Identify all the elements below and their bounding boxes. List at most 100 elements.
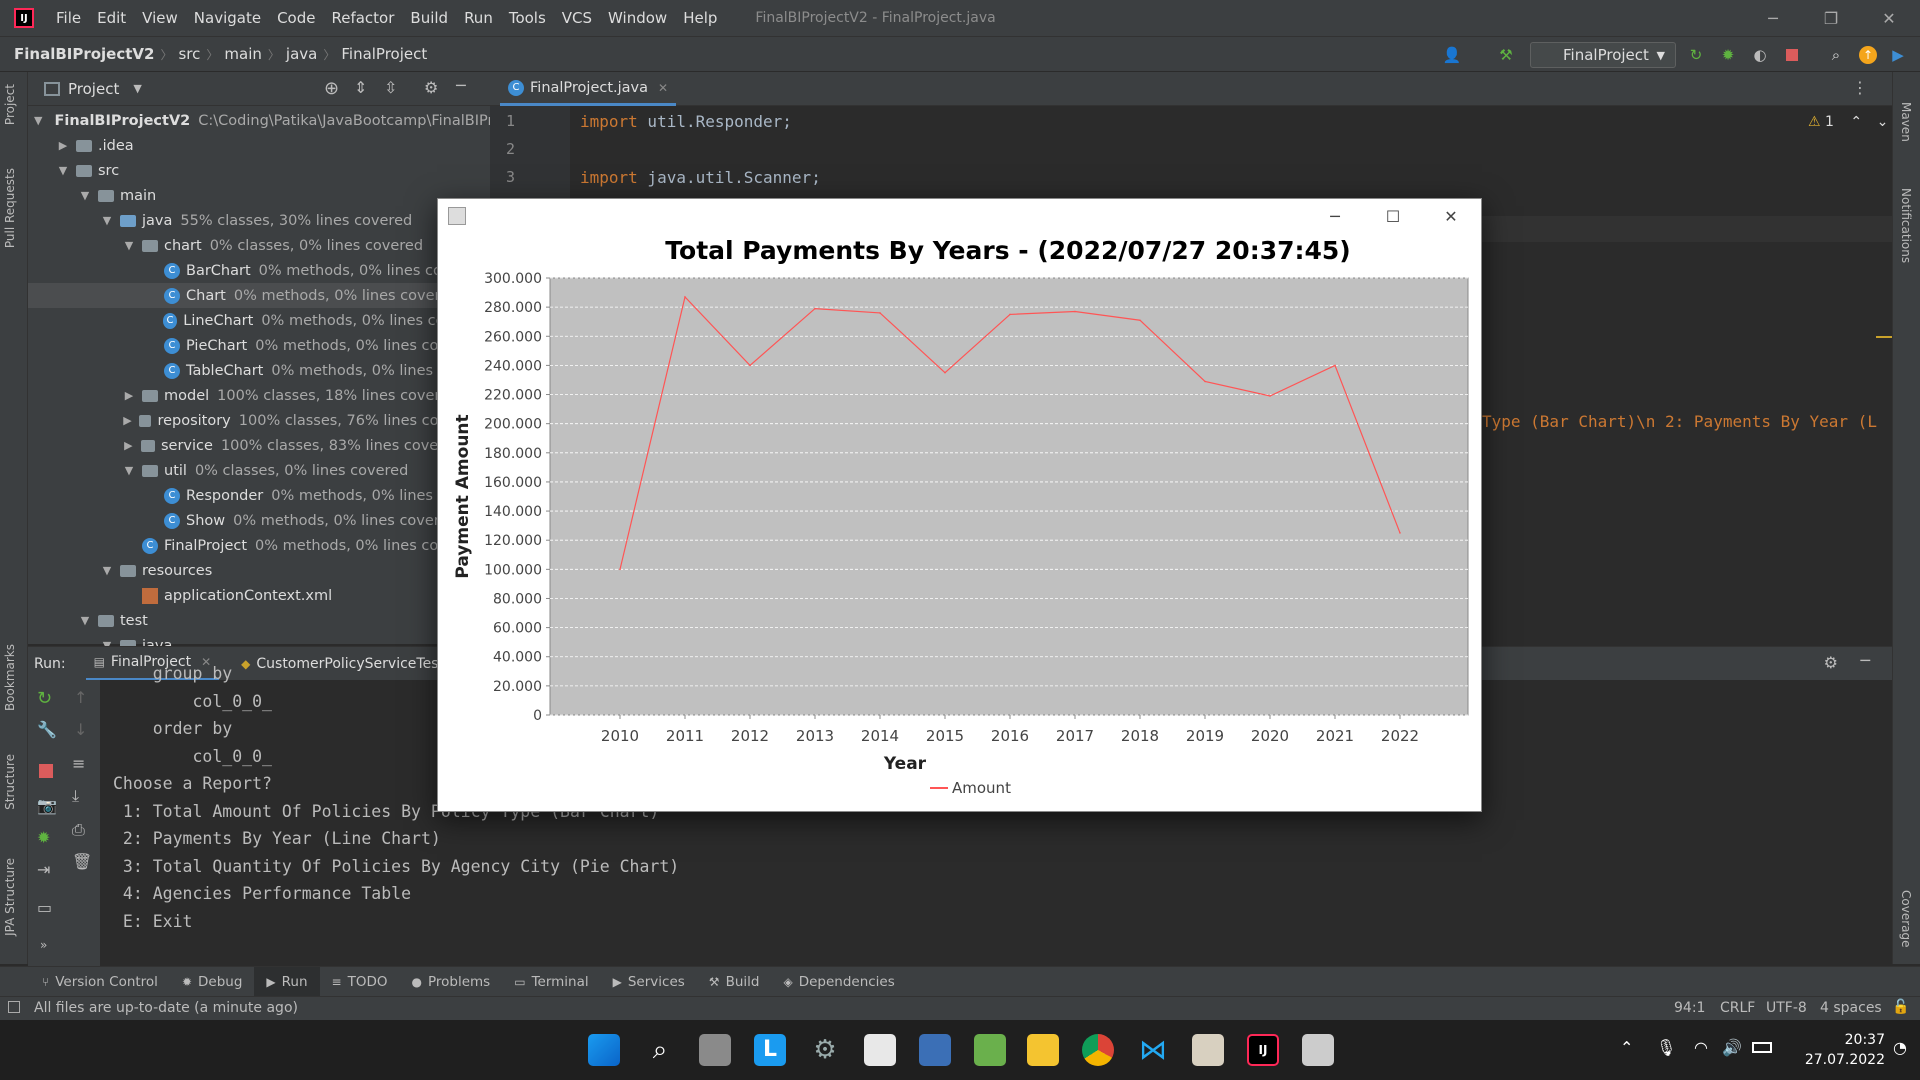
chevron-down-icon[interactable]: ▼ bbox=[100, 214, 114, 227]
chevron-up-icon[interactable]: ⌃ bbox=[1620, 1038, 1633, 1057]
tool-tab-notifications[interactable]: Notifications bbox=[1899, 188, 1913, 263]
breadcrumb-item[interactable]: main bbox=[218, 45, 267, 63]
tree-item[interactable]: ▼ test bbox=[28, 608, 462, 633]
close-icon[interactable]: ✕ bbox=[1422, 199, 1480, 233]
menu-help[interactable]: Help bbox=[675, 9, 725, 27]
volume-icon[interactable]: 🔊 bbox=[1722, 1038, 1742, 1057]
tree-item[interactable]: C FinalProject 0% methods, 0% lines cover bbox=[28, 533, 462, 558]
menu-edit[interactable]: Edit bbox=[89, 9, 134, 27]
tree-item[interactable]: ▶ repository 100% classes, 76% lines cover bbox=[28, 408, 462, 433]
camera-icon[interactable]: 📷 bbox=[37, 796, 57, 815]
arrow-up-icon[interactable]: ↑ bbox=[74, 688, 87, 707]
collapse-all-icon[interactable]: ⇳ bbox=[384, 78, 397, 97]
menu-file[interactable]: File bbox=[48, 9, 89, 27]
menu-vcs[interactable]: VCS bbox=[554, 9, 600, 27]
breadcrumb-item[interactable]: FinalBIProjectV2 bbox=[8, 45, 160, 63]
restore-icon[interactable]: ❐ bbox=[1808, 0, 1854, 36]
arrow-down-icon[interactable]: ↓ bbox=[74, 720, 87, 739]
maximize-icon[interactable]: ☐ bbox=[1364, 199, 1422, 233]
tool-tab-debug[interactable]: ✹ Debug bbox=[170, 967, 254, 997]
tree-item[interactable]: ▶ model 100% classes, 18% lines covered bbox=[28, 383, 462, 408]
chevron-down-icon[interactable]: ▼ bbox=[100, 564, 114, 577]
close-tab-icon[interactable]: ✕ bbox=[658, 81, 668, 95]
tree-item[interactable]: C BarChart 0% methods, 0% lines cove bbox=[28, 258, 462, 283]
gear-icon[interactable]: ⚙ bbox=[1824, 653, 1838, 672]
chevron-down-icon[interactable]: ▼ bbox=[78, 614, 92, 627]
settings-icon[interactable]: ⚙ bbox=[809, 1034, 841, 1066]
menu-build[interactable]: Build bbox=[402, 9, 456, 27]
code-with-me-icon[interactable]: ▶ bbox=[1888, 45, 1908, 65]
breadcrumb-item[interactable]: java bbox=[280, 45, 323, 63]
stop-icon[interactable] bbox=[39, 764, 53, 778]
tool-tab-bookmarks[interactable]: Bookmarks bbox=[3, 644, 17, 711]
rerun-icon[interactable]: ↻ bbox=[37, 688, 52, 709]
chevron-right-icon[interactable]: ▶ bbox=[122, 389, 136, 402]
warning-indicator[interactable]: ⚠ 1 ⌃ ⌄ bbox=[1808, 114, 1888, 130]
tree-item[interactable]: C PieChart 0% methods, 0% lines cover bbox=[28, 333, 462, 358]
run-tab-customerpolicyservicetest[interactable]: ◆ CustomerPolicyServiceTest bbox=[233, 647, 452, 681]
trash-icon[interactable]: 🗑 bbox=[72, 852, 92, 871]
chevron-down-icon[interactable]: ▼ bbox=[34, 114, 42, 127]
tool-tab-project[interactable]: Project bbox=[3, 84, 17, 125]
menu-tools[interactable]: Tools bbox=[501, 9, 554, 27]
tree-item[interactable]: C Show 0% methods, 0% lines covered bbox=[28, 508, 462, 533]
chrome-icon[interactable] bbox=[1082, 1034, 1114, 1066]
app-bird-icon[interactable] bbox=[1192, 1034, 1224, 1066]
tree-item[interactable]: C Responder 0% methods, 0% lines co bbox=[28, 483, 462, 508]
soft-wrap-icon[interactable]: ≡ bbox=[72, 754, 85, 773]
tool-tab-services[interactable]: ▶ Services bbox=[601, 967, 697, 997]
file-encoding[interactable]: UTF-8 bbox=[1766, 1000, 1807, 1016]
chevron-right-icon[interactable]: ▶ bbox=[122, 439, 135, 452]
app-l-icon[interactable]: L bbox=[754, 1034, 786, 1066]
chevron-right-icon[interactable]: ▶ bbox=[56, 139, 70, 152]
gear-icon[interactable]: ⚙ bbox=[424, 78, 438, 97]
breadcrumb-item[interactable]: src bbox=[172, 45, 206, 63]
snipping-tool-icon[interactable] bbox=[864, 1034, 896, 1066]
tool-tab-problems[interactable]: ● Problems bbox=[400, 967, 503, 997]
project-panel-title[interactable]: Project bbox=[68, 80, 119, 98]
rerun-icon[interactable]: ↻ bbox=[1686, 45, 1706, 65]
tree-item[interactable]: ▼ FinalBIProjectV2 C:\Coding\Patika\JavaBo… bbox=[28, 108, 502, 133]
intellij-icon[interactable]: IJ bbox=[1247, 1034, 1279, 1066]
tool-tab-todo[interactable]: ≡ TODO bbox=[320, 967, 400, 997]
menu-view[interactable]: View bbox=[134, 9, 186, 27]
tool-tab-pull-requests[interactable]: Pull Requests bbox=[3, 168, 17, 248]
debug-icon[interactable]: ✹ bbox=[1718, 45, 1738, 65]
status-message[interactable]: All files are up-to-date (a minute ago) bbox=[34, 1000, 298, 1016]
scroll-to-end-icon[interactable]: ⤓ bbox=[72, 786, 79, 806]
tree-item[interactable]: ▼ main bbox=[28, 183, 462, 208]
tree-item[interactable]: C LineChart 0% methods, 0% lines cove bbox=[28, 308, 462, 333]
run-configuration-select[interactable]: FinalProject ▼ bbox=[1530, 42, 1676, 68]
tool-tab-version-control[interactable]: ⑂ Version Control bbox=[30, 967, 170, 997]
vscode-icon[interactable]: ⋈ bbox=[1137, 1034, 1169, 1066]
tree-item[interactable]: ▼ chart 0% classes, 0% lines covered bbox=[28, 233, 462, 258]
close-icon[interactable]: ✕ bbox=[1866, 0, 1912, 36]
system-clock[interactable]: 20:37 27.07.2022 bbox=[1795, 1030, 1885, 1070]
menu-navigate[interactable]: Navigate bbox=[186, 9, 269, 27]
menu-window[interactable]: Window bbox=[600, 9, 675, 27]
tool-tab-build[interactable]: ⚒ Build bbox=[697, 967, 772, 997]
tool-tab-structure[interactable]: Structure bbox=[3, 754, 17, 810]
tree-item[interactable]: C Chart 0% methods, 0% lines covered bbox=[28, 283, 462, 308]
chevron-right-icon[interactable]: ▶ bbox=[122, 414, 133, 427]
tree-item[interactable]: ▼ java 55% classes, 30% lines covered bbox=[28, 208, 462, 233]
tool-tab-coverage[interactable]: Coverage bbox=[1899, 890, 1913, 948]
tree-item[interactable]: ▼ util 0% classes, 0% lines covered bbox=[28, 458, 462, 483]
lock-icon[interactable]: 🔓 bbox=[1892, 999, 1909, 1015]
tool-tab-dependencies[interactable]: ◈ Dependencies bbox=[771, 967, 906, 997]
update-icon[interactable]: ↑ bbox=[1858, 45, 1878, 65]
stop-icon[interactable] bbox=[1782, 45, 1802, 65]
chevron-down-icon[interactable]: ⌄ bbox=[1877, 114, 1889, 130]
debug-icon[interactable]: ✹ bbox=[37, 828, 50, 847]
expand-all-icon[interactable]: ⇕ bbox=[354, 78, 367, 97]
breadcrumb-item[interactable]: FinalProject bbox=[335, 45, 433, 63]
chevron-up-icon[interactable]: ⌃ bbox=[1850, 114, 1862, 130]
battery-icon[interactable] bbox=[1752, 1042, 1772, 1053]
caret-position[interactable]: 94:1 bbox=[1674, 1000, 1705, 1016]
wifi-icon[interactable]: ◠ bbox=[1694, 1038, 1708, 1057]
menu-code[interactable]: Code bbox=[269, 9, 323, 27]
minimize-icon[interactable]: ─ bbox=[1306, 199, 1364, 233]
menu-run[interactable]: Run bbox=[456, 9, 501, 27]
java-app-icon[interactable] bbox=[1302, 1034, 1334, 1066]
search-icon[interactable]: ⌕ bbox=[1826, 45, 1846, 65]
